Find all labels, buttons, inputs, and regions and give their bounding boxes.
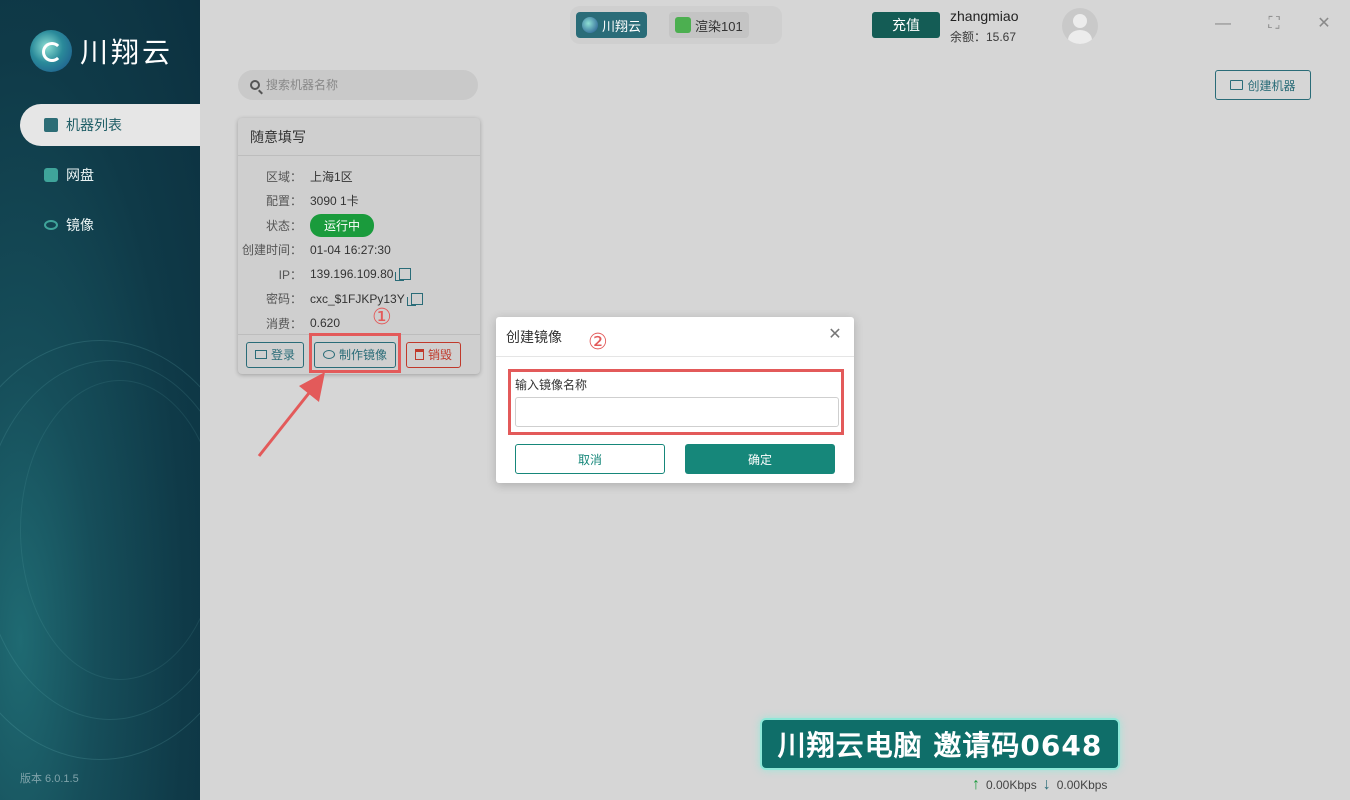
logo-icon [30,30,72,72]
sidebar-item-images[interactable]: 镜像 [0,204,200,246]
sidebar-nav: 机器列表 网盘 镜像 [0,104,200,254]
dialog-buttons: 取消 确定 [515,444,835,474]
login-button[interactable]: 登录 [246,341,305,368]
confirm-button[interactable]: 确定 [685,444,835,474]
tab-xuanran101[interactable]: 渲染101 [669,12,749,38]
xuanran101-logo-icon [675,17,692,33]
field-label: 消费： [265,316,302,331]
field-config: 配置： 3090 1卡 [238,189,480,214]
balance: 余额：15.67 [950,30,1017,44]
field-label: 区域： [265,169,302,184]
create-machine-button[interactable]: 创建机器 [1215,70,1311,100]
copy-icon[interactable] [395,268,412,282]
field-value: 0.620 [310,316,341,331]
field-value: 3090 1卡 [310,194,359,209]
avatar[interactable] [1062,8,1098,44]
annotation-arrow-icon [257,372,325,457]
field-label: 配置： [265,194,302,209]
copy-icon[interactable] [406,292,423,306]
image-name-input[interactable] [515,397,839,427]
destroy-button[interactable]: 销毁 [406,341,462,368]
field-value: 上海1区 [310,169,353,184]
image-name-label: 输入镜像名称 [515,378,588,392]
close-icon[interactable]: ✕ [828,327,842,343]
sidebar-item-label: 机器列表 [66,117,122,133]
chuanxiangyun-logo-icon [582,17,598,33]
annotation-step-2: ② [588,329,608,354]
server-list-icon [44,118,58,132]
button-label: 销毁 [428,348,453,362]
logo-text: 川翔云 [80,37,174,68]
tab-label: 川翔云 [602,18,642,34]
field-region: 区域： 上海1区 [238,164,480,189]
monitor-icon [1230,80,1244,90]
annotation-highlight-make-image [309,333,401,373]
machine-card-title: 随意填写 [238,118,480,156]
download-speed: 0.00Kbps [1056,778,1108,792]
field-value: 运行中 [310,213,375,237]
field-label: 创建时间： [241,243,302,258]
field-value: 01-04 16:27:30 [310,242,391,257]
dialog-title: 创建镜像 [506,328,562,345]
dialog-header: 创建镜像 ② ✕ [496,317,854,357]
search-input[interactable] [266,78,466,92]
network-speed: ↑ 0.00Kbps ↓ 0.00Kbps [972,776,1107,794]
field-label: 密码： [265,292,302,307]
upload-speed: 0.00Kbps [986,778,1037,792]
field-status: 状态： 运行中 [238,213,480,238]
trash-icon [415,349,425,360]
invite-code-banner: 川翔云电脑 邀请码0648 [760,718,1120,770]
close-window-icon[interactable]: ✕ [1314,14,1334,34]
app-logo: 川翔云 [30,30,173,72]
create-image-dialog: 创建镜像 ② ✕ 输入镜像名称 取消 确定 [496,317,854,483]
tab-label: 渲染101 [695,18,743,34]
field-value: cxc_$1FJKPy13Y [310,292,423,306]
image-name-field: 输入镜像名称 [508,369,844,435]
status-badge: 运行中 [310,213,375,237]
button-label: 登录 [271,348,296,362]
field-label: 状态： [265,218,302,233]
search-bar [238,70,478,100]
field-ip: IP： 139.196.109.80 [238,262,480,287]
download-arrow-icon: ↓ [1042,776,1051,793]
annotation-step-1: ① [372,304,392,329]
field-password: 密码： cxc_$1FJKPy13Y [238,287,480,312]
banner-text: 川翔云电脑 邀请码0648 [777,729,1103,762]
machine-details: 区域： 上海1区 配置： 3090 1卡 状态： 运行中 创建时间： 01-04… [238,156,480,336]
sidebar-item-label: 网盘 [66,167,94,183]
ip-value: 139.196.109.80 [310,267,394,282]
recharge-button[interactable]: 充值 [872,12,940,38]
tab-chuanxiangyun[interactable]: 川翔云 [576,12,648,38]
search-icon [250,80,260,90]
username: zhangmiao [950,8,1019,24]
field-created-time: 创建时间： 01-04 16:27:30 [238,238,480,263]
upload-arrow-icon: ↑ [972,776,980,793]
create-machine-label: 创建机器 [1247,78,1296,93]
sidebar-item-cloud-disk[interactable]: 网盘 [0,154,200,196]
maximize-icon[interactable]: ⛶ [1264,14,1284,34]
product-tabs: 川翔云 渲染101 [570,6,782,44]
sidebar-item-machine-list[interactable]: 机器列表 [20,104,200,146]
minimize-icon[interactable]: — [1213,14,1233,34]
field-label: IP： [278,267,302,282]
cloud-disk-icon [44,168,58,182]
field-value: 139.196.109.80 [310,267,412,282]
monitor-icon [255,350,267,359]
sidebar: 川翔云 机器列表 网盘 镜像 版本 6.0.1.5 [0,0,200,800]
version-label: 版本 6.0.1.5 [20,773,79,785]
sidebar-item-label: 镜像 [66,217,94,233]
cancel-button[interactable]: 取消 [515,444,665,474]
field-cost: 消费： 0.620 [238,311,480,336]
image-eye-icon [44,220,58,230]
